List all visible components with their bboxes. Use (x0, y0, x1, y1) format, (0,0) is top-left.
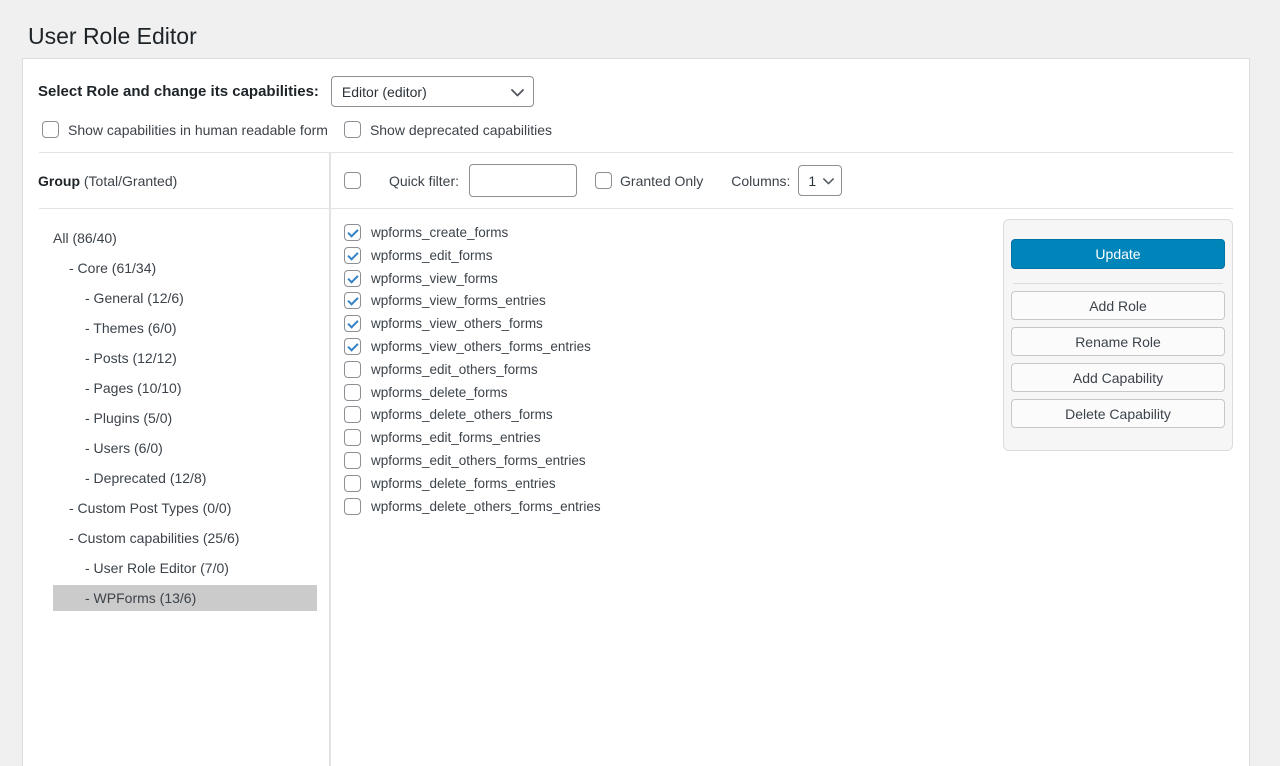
role-selector-label: Select Role and change its capabilities: (38, 83, 319, 100)
group-tree-item-label: - Core (61/34) (69, 260, 156, 276)
group-tree-item[interactable]: - WPForms (13/6) (53, 585, 317, 611)
capability-label: wpforms_edit_forms_entries (371, 430, 541, 445)
group-tree-item[interactable]: All (86/40) (23, 223, 329, 253)
display-options-row: Show capabilities in human readable form… (23, 107, 1249, 138)
capabilities-column: wpforms_create_forms wpforms_edit_forms … (331, 209, 1249, 766)
group-tree-item[interactable]: - General (12/6) (23, 283, 329, 313)
capability-label: wpforms_delete_others_forms (371, 407, 553, 422)
group-tree-item-label: - User Role Editor (7/0) (85, 560, 229, 576)
columns-select[interactable]: 1 (798, 165, 842, 196)
group-tree-item[interactable]: - Themes (6/0) (23, 313, 329, 343)
capability-checkbox[interactable] (344, 338, 361, 355)
update-button[interactable]: Update (1011, 239, 1225, 269)
show-deprecated-label: Show deprecated capabilities (370, 122, 552, 138)
filter-row: Group (Total/Granted) Quick filter: Gran… (23, 153, 1249, 208)
capability-row: wpforms_delete_forms_entries (344, 472, 1249, 495)
human-readable-label: Show capabilities in human readable form (68, 122, 328, 138)
human-readable-checkbox[interactable] (42, 121, 59, 138)
group-tree-item[interactable]: - Custom capabilities (25/6) (23, 523, 329, 553)
granted-only-checkbox[interactable] (595, 172, 612, 189)
group-tree-item-label: - Deprecated (12/8) (85, 470, 206, 486)
capability-label: wpforms_view_forms (371, 271, 498, 286)
capability-row: wpforms_delete_others_forms_entries (344, 495, 1249, 518)
capability-checkbox[interactable] (344, 475, 361, 492)
group-tree-item-label: - Custom capabilities (25/6) (69, 530, 239, 546)
capability-checkbox[interactable] (344, 384, 361, 401)
add-role-button[interactable]: Add Role (1011, 291, 1225, 320)
group-tree-item[interactable]: - Posts (12/12) (23, 343, 329, 373)
capability-checkbox[interactable] (344, 406, 361, 423)
capability-checkbox[interactable] (344, 452, 361, 469)
filter-controls: Quick filter: Granted Only Columns: 1 (331, 153, 1249, 208)
user-role-editor-panel: Select Role and change its capabilities:… (22, 58, 1250, 766)
group-tree-item[interactable]: - Custom Post Types (0/0) (23, 493, 329, 523)
group-tree-item-label: - Themes (6/0) (85, 320, 177, 336)
divider (1013, 283, 1223, 284)
group-header: Group (Total/Granted) (23, 153, 331, 208)
show-deprecated-option: Show deprecated capabilities (344, 121, 552, 138)
capability-checkbox[interactable] (344, 315, 361, 332)
granted-only-label: Granted Only (620, 173, 703, 189)
capability-checkbox[interactable] (344, 429, 361, 446)
group-tree-item-label: - Plugins (5/0) (85, 410, 172, 426)
capability-groups-tree: All (86/40) - Core (61/34) - General (12… (23, 209, 331, 766)
group-tree-item-label: - Custom Post Types (0/0) (69, 500, 231, 516)
capability-checkbox[interactable] (344, 292, 361, 309)
group-tree-item-label: - WPForms (13/6) (85, 590, 196, 606)
role-selector-row: Select Role and change its capabilities:… (23, 59, 1249, 107)
capability-label: wpforms_delete_others_forms_entries (371, 499, 601, 514)
group-tree-item-label: All (86/40) (53, 230, 117, 246)
capability-label: wpforms_create_forms (371, 225, 508, 240)
add-capability-button[interactable]: Add Capability (1011, 363, 1225, 392)
quick-filter-label: Quick filter: (389, 173, 459, 189)
capability-checkbox[interactable] (344, 498, 361, 515)
capability-label: wpforms_view_forms_entries (371, 293, 546, 308)
capability-checkbox[interactable] (344, 247, 361, 264)
group-tree-item-label: - Users (6/0) (85, 440, 163, 456)
select-all-checkbox[interactable] (344, 172, 361, 189)
capability-label: wpforms_delete_forms_entries (371, 476, 556, 491)
capability-label: wpforms_view_others_forms_entries (371, 339, 591, 354)
page-title: User Role Editor (0, 0, 1280, 58)
capability-label: wpforms_edit_others_forms (371, 362, 538, 377)
group-tree-item-label: - Pages (10/10) (85, 380, 182, 396)
capability-checkbox[interactable] (344, 270, 361, 287)
group-tree-item[interactable]: - Core (61/34) (23, 253, 329, 283)
role-select[interactable]: Editor (editor) (331, 76, 534, 107)
group-tree-item[interactable]: - Plugins (5/0) (23, 403, 329, 433)
group-tree-item[interactable]: - Pages (10/10) (23, 373, 329, 403)
capability-checkbox[interactable] (344, 224, 361, 241)
capability-label: wpforms_delete_forms (371, 385, 508, 400)
capability-row: wpforms_edit_others_forms_entries (344, 449, 1249, 472)
group-tree-item[interactable]: - Deprecated (12/8) (23, 463, 329, 493)
group-header-suffix: (Total/Granted) (84, 173, 177, 189)
group-tree-item-label: - General (12/6) (85, 290, 184, 306)
capability-label: wpforms_view_others_forms (371, 316, 543, 331)
actions-panel: Update Add Role Rename Role Add Capabili… (1003, 219, 1233, 451)
rename-role-button[interactable]: Rename Role (1011, 327, 1225, 356)
quick-filter-input[interactable] (469, 164, 577, 197)
capability-label: wpforms_edit_others_forms_entries (371, 453, 586, 468)
human-readable-option: Show capabilities in human readable form (42, 121, 328, 138)
group-tree-item-label: - Posts (12/12) (85, 350, 177, 366)
role-select-value: Editor (editor) (342, 84, 427, 100)
capability-label: wpforms_edit_forms (371, 248, 493, 263)
columns-select-value: 1 (808, 173, 816, 189)
chevron-down-icon (511, 89, 524, 97)
group-tree-item[interactable]: - User Role Editor (7/0) (23, 553, 329, 583)
group-header-title: Group (38, 173, 80, 189)
delete-capability-button[interactable]: Delete Capability (1011, 399, 1225, 428)
columns-label: Columns: (731, 173, 790, 189)
capability-checkbox[interactable] (344, 361, 361, 378)
content-row: All (86/40) - Core (61/34) - General (12… (23, 209, 1249, 766)
group-tree-item[interactable]: - Users (6/0) (23, 433, 329, 463)
chevron-down-icon (823, 178, 834, 185)
show-deprecated-checkbox[interactable] (344, 121, 361, 138)
